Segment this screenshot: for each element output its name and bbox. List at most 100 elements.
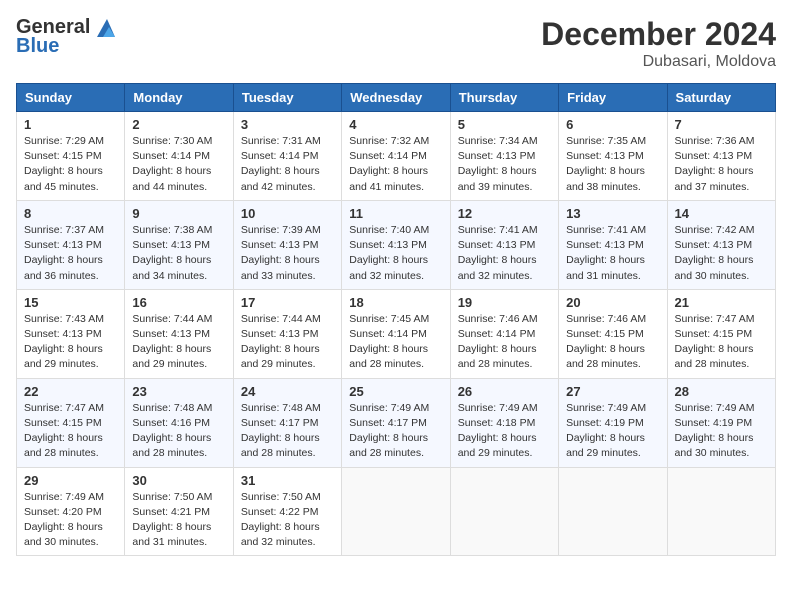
calendar-table: Sunday Monday Tuesday Wednesday Thursday… — [16, 83, 776, 556]
calendar-cell: 24 Sunrise: 7:48 AMSunset: 4:17 PMDayligh… — [233, 378, 341, 467]
day-info: Sunrise: 7:40 AMSunset: 4:13 PMDaylight:… — [349, 224, 429, 282]
col-monday: Monday — [125, 84, 233, 112]
day-info: Sunrise: 7:46 AMSunset: 4:14 PMDaylight:… — [458, 313, 538, 371]
col-tuesday: Tuesday — [233, 84, 341, 112]
day-number: 16 — [132, 295, 225, 310]
day-info: Sunrise: 7:44 AMSunset: 4:13 PMDaylight:… — [241, 313, 321, 371]
day-info: Sunrise: 7:34 AMSunset: 4:13 PMDaylight:… — [458, 135, 538, 193]
day-number: 5 — [458, 117, 551, 132]
day-number: 14 — [675, 206, 768, 221]
calendar-cell: 4 Sunrise: 7:32 AMSunset: 4:14 PMDaylight… — [342, 112, 450, 201]
calendar-cell: 31 Sunrise: 7:50 AMSunset: 4:22 PMDayligh… — [233, 467, 341, 556]
calendar-cell: 19Sunrise: 7:46 AMSunset: 4:14 PMDayligh… — [450, 289, 558, 378]
calendar-cell: 13 Sunrise: 7:41 AMSunset: 4:13 PMDayligh… — [559, 200, 667, 289]
day-number: 18 — [349, 295, 442, 310]
calendar-cell: 15Sunrise: 7:43 AMSunset: 4:13 PMDayligh… — [17, 289, 125, 378]
col-friday: Friday — [559, 84, 667, 112]
day-number: 26 — [458, 384, 551, 399]
logo-icon — [93, 19, 115, 37]
calendar-cell — [559, 467, 667, 556]
calendar-cell: 12Sunrise: 7:41 AMSunset: 4:13 PMDayligh… — [450, 200, 558, 289]
day-number: 11 — [349, 206, 442, 221]
day-info: Sunrise: 7:49 AMSunset: 4:17 PMDaylight:… — [349, 402, 429, 460]
logo-blue: Blue — [16, 35, 59, 58]
calendar-cell: 16 Sunrise: 7:44 AMSunset: 4:13 PMDayligh… — [125, 289, 233, 378]
day-number: 31 — [241, 473, 334, 488]
col-thursday: Thursday — [450, 84, 558, 112]
calendar-cell: 22 Sunrise: 7:47 AMSunset: 4:15 PMDayligh… — [17, 378, 125, 467]
calendar-cell: 18 Sunrise: 7:45 AMSunset: 4:14 PMDayligh… — [342, 289, 450, 378]
day-info: Sunrise: 7:44 AMSunset: 4:13 PMDaylight:… — [132, 313, 212, 371]
day-number: 20 — [566, 295, 659, 310]
day-number: 25 — [349, 384, 442, 399]
calendar-cell: 26 Sunrise: 7:49 AMSunset: 4:18 PMDayligh… — [450, 378, 558, 467]
day-info: Sunrise: 7:47 AMSunset: 4:15 PMDaylight:… — [24, 402, 104, 460]
day-info: Sunrise: 7:48 AMSunset: 4:17 PMDaylight:… — [241, 402, 321, 460]
calendar-header-row: Sunday Monday Tuesday Wednesday Thursday… — [17, 84, 776, 112]
day-info: Sunrise: 7:45 AMSunset: 4:14 PMDaylight:… — [349, 313, 429, 371]
calendar-cell: 6 Sunrise: 7:35 AMSunset: 4:13 PMDaylight… — [559, 112, 667, 201]
day-info: Sunrise: 7:29 AMSunset: 4:15 PMDaylight:… — [24, 135, 104, 193]
day-number: 2 — [132, 117, 225, 132]
col-sunday: Sunday — [17, 84, 125, 112]
day-info: Sunrise: 7:50 AMSunset: 4:21 PMDaylight:… — [132, 491, 212, 549]
day-number: 15 — [24, 295, 117, 310]
day-info: Sunrise: 7:49 AMSunset: 4:19 PMDaylight:… — [566, 402, 646, 460]
day-info: Sunrise: 7:49 AMSunset: 4:19 PMDaylight:… — [675, 402, 755, 460]
calendar-cell: 3Sunrise: 7:31 AMSunset: 4:14 PMDaylight… — [233, 112, 341, 201]
calendar-cell: 10 Sunrise: 7:39 AMSunset: 4:13 PMDayligh… — [233, 200, 341, 289]
calendar-cell: 9 Sunrise: 7:38 AMSunset: 4:13 PMDaylight… — [125, 200, 233, 289]
day-number: 1 — [24, 117, 117, 132]
calendar-cell: 2 Sunrise: 7:30 AMSunset: 4:14 PMDaylight… — [125, 112, 233, 201]
calendar-week-row: 1 Sunrise: 7:29 AMSunset: 4:15 PMDaylight… — [17, 112, 776, 201]
day-number: 10 — [241, 206, 334, 221]
day-number: 9 — [132, 206, 225, 221]
calendar-cell: 7Sunrise: 7:36 AMSunset: 4:13 PMDaylight… — [667, 112, 775, 201]
day-info: Sunrise: 7:47 AMSunset: 4:15 PMDaylight:… — [675, 313, 755, 371]
day-info: Sunrise: 7:49 AMSunset: 4:20 PMDaylight:… — [24, 491, 104, 549]
day-info: Sunrise: 7:41 AMSunset: 4:13 PMDaylight:… — [458, 224, 538, 282]
day-number: 13 — [566, 206, 659, 221]
calendar-week-row: 8Sunrise: 7:37 AMSunset: 4:13 PMDaylight… — [17, 200, 776, 289]
calendar-cell: 8Sunrise: 7:37 AMSunset: 4:13 PMDaylight… — [17, 200, 125, 289]
logo: General Blue — [16, 16, 116, 58]
day-number: 24 — [241, 384, 334, 399]
calendar-cell: 5 Sunrise: 7:34 AMSunset: 4:13 PMDaylight… — [450, 112, 558, 201]
day-number: 27 — [566, 384, 659, 399]
day-info: Sunrise: 7:49 AMSunset: 4:18 PMDaylight:… — [458, 402, 538, 460]
day-info: Sunrise: 7:42 AMSunset: 4:13 PMDaylight:… — [675, 224, 755, 282]
day-info: Sunrise: 7:39 AMSunset: 4:13 PMDaylight:… — [241, 224, 321, 282]
calendar-cell: 14 Sunrise: 7:42 AMSunset: 4:13 PMDayligh… — [667, 200, 775, 289]
day-info: Sunrise: 7:32 AMSunset: 4:14 PMDaylight:… — [349, 135, 429, 193]
day-number: 30 — [132, 473, 225, 488]
day-info: Sunrise: 7:38 AMSunset: 4:13 PMDaylight:… — [132, 224, 212, 282]
day-number: 3 — [241, 117, 334, 132]
day-info: Sunrise: 7:30 AMSunset: 4:14 PMDaylight:… — [132, 135, 212, 193]
calendar-cell — [342, 467, 450, 556]
calendar-week-row: 15Sunrise: 7:43 AMSunset: 4:13 PMDayligh… — [17, 289, 776, 378]
calendar-cell: 21 Sunrise: 7:47 AMSunset: 4:15 PMDayligh… — [667, 289, 775, 378]
day-number: 17 — [241, 295, 334, 310]
day-info: Sunrise: 7:41 AMSunset: 4:13 PMDaylight:… — [566, 224, 646, 282]
calendar-cell: 17 Sunrise: 7:44 AMSunset: 4:13 PMDayligh… — [233, 289, 341, 378]
calendar-cell: 27 Sunrise: 7:49 AMSunset: 4:19 PMDayligh… — [559, 378, 667, 467]
day-number: 4 — [349, 117, 442, 132]
day-number: 28 — [675, 384, 768, 399]
calendar-cell: 20 Sunrise: 7:46 AMSunset: 4:15 PMDayligh… — [559, 289, 667, 378]
calendar-cell: 30 Sunrise: 7:50 AMSunset: 4:21 PMDayligh… — [125, 467, 233, 556]
day-number: 29 — [24, 473, 117, 488]
title-block: December 2024 Dubasari, Moldova — [541, 16, 776, 71]
calendar-cell — [667, 467, 775, 556]
day-info: Sunrise: 7:50 AMSunset: 4:22 PMDaylight:… — [241, 491, 321, 549]
day-number: 21 — [675, 295, 768, 310]
month-title: December 2024 — [541, 16, 776, 53]
page-header: General Blue December 2024 Dubasari, Mol… — [16, 16, 776, 71]
day-info: Sunrise: 7:46 AMSunset: 4:15 PMDaylight:… — [566, 313, 646, 371]
col-wednesday: Wednesday — [342, 84, 450, 112]
calendar-cell: 25 Sunrise: 7:49 AMSunset: 4:17 PMDayligh… — [342, 378, 450, 467]
day-info: Sunrise: 7:35 AMSunset: 4:13 PMDaylight:… — [566, 135, 646, 193]
day-number: 22 — [24, 384, 117, 399]
day-number: 6 — [566, 117, 659, 132]
calendar-cell: 1 Sunrise: 7:29 AMSunset: 4:15 PMDaylight… — [17, 112, 125, 201]
calendar-cell: 29 Sunrise: 7:49 AMSunset: 4:20 PMDayligh… — [17, 467, 125, 556]
